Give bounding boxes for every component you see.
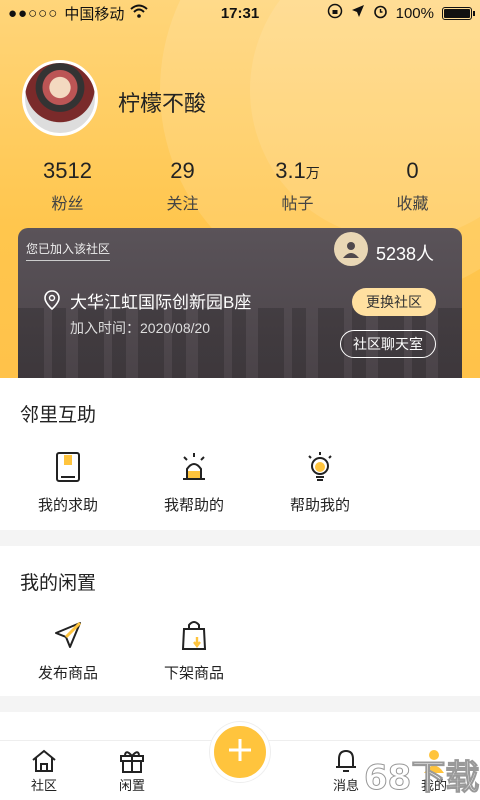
username[interactable]: 柠檬不酸 [118,86,206,118]
joined-label: 您已加入该社区 [26,240,111,261]
send-icon [10,616,126,654]
neighbor-help-section: 邻里互助 我的求助 我帮助的 帮助我的 [0,378,480,530]
helped-me-button[interactable]: 帮助我的 [262,448,378,515]
stat-posts[interactable]: 3.1万 帖子 [240,158,355,214]
stat-value: 29 [170,158,195,183]
bag-down-icon [136,616,252,654]
add-post-button[interactable] [210,722,270,782]
change-community-button[interactable]: 更换社区 [352,288,436,316]
plus-icon [227,737,253,768]
stat-label: 粉丝 [51,196,84,213]
my-requests-button[interactable]: 我的求助 [10,448,126,515]
battery-icon [442,6,475,20]
gift-box-icon [102,747,162,775]
book-icon [10,448,126,486]
stat-value: 0 [406,158,419,183]
stat-fans[interactable]: 3512 粉丝 [10,158,125,214]
avatar[interactable] [22,60,98,136]
profile-stats: 3512 粉丝 29 关注 3.1万 帖子 0 收藏 [10,158,470,214]
status-bar: ●●○○○ 中国移动 17:31 100% [0,0,480,26]
stat-label: 关注 [166,196,199,213]
item-label: 我的求助 [37,497,98,514]
my-idle-section: 我的闲置 发布商品 下架商品 [0,546,480,696]
lightbulb-icon [262,448,378,486]
community-address: 大华江虹国际创新园B座 [70,293,252,312]
stat-value: 3512 [43,158,92,183]
member-badge-icon [334,232,368,266]
clock: 17:31 [220,4,260,22]
stat-label: 收藏 [396,196,429,213]
section-title: 我的闲置 [20,573,97,594]
location-pin-icon [44,290,60,315]
stat-value: 3.1 [275,158,306,183]
alarm-light-icon [136,448,252,486]
tab-idle[interactable]: 闲置 [102,747,162,794]
community-card: 您已加入该社区 5238人 大华江虹国际创新园B座 加入时间：2020/08/2… [18,228,462,378]
stat-label: 帖子 [281,196,314,213]
watermark-logo: 68下载 [363,758,480,799]
community-chat-button[interactable]: 社区聊天室 [340,330,436,358]
i-helped-button[interactable]: 我帮助的 [136,448,252,515]
stat-unit: 万 [305,165,320,181]
item-label: 发布商品 [37,665,98,682]
stat-following[interactable]: 29 关注 [125,158,240,214]
section-title: 邻里互助 [20,405,97,426]
item-label: 下架商品 [163,665,224,682]
tab-label: 社区 [30,778,57,793]
tab-label: 闲置 [118,778,145,793]
tab-community[interactable]: 社区 [14,747,74,794]
member-count: 5238人 [376,244,435,264]
stat-favorites[interactable]: 0 收藏 [355,158,470,214]
home-icon [14,747,74,775]
join-time: 加入时间：2020/08/20 [70,320,211,336]
item-label: 帮助我的 [289,497,350,514]
remove-goods-button[interactable]: 下架商品 [136,616,252,683]
publish-goods-button[interactable]: 发布商品 [10,616,126,683]
item-label: 我帮助的 [163,497,224,514]
